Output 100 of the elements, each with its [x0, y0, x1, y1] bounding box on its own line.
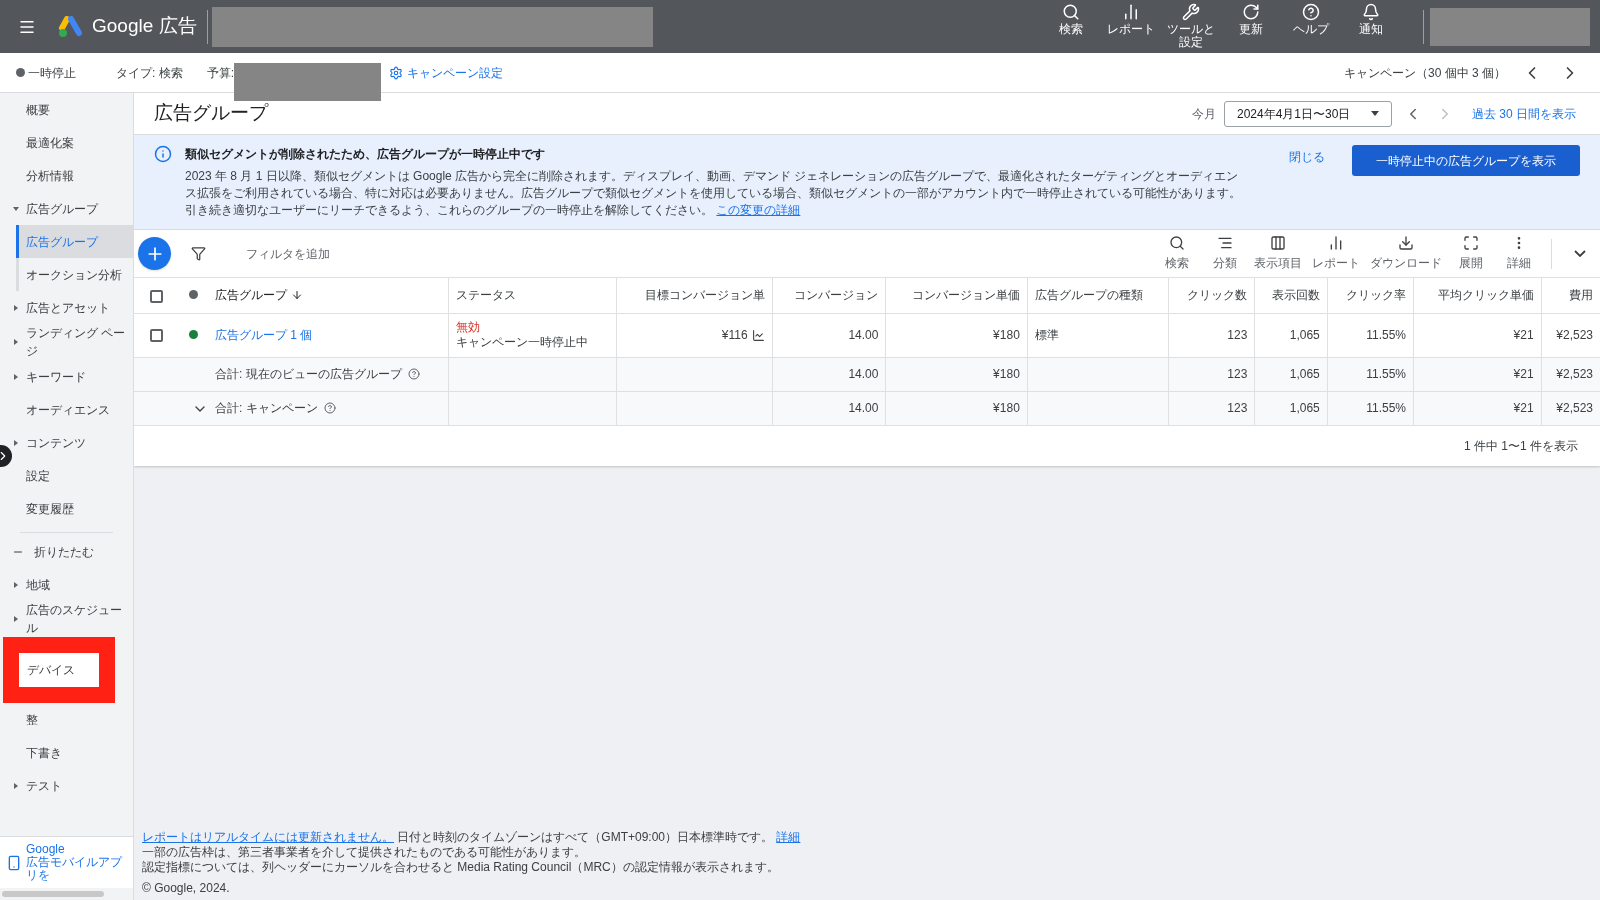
- sidebar-item[interactable]: 最適化案: [13, 126, 133, 159]
- pause-icon: [16, 68, 25, 77]
- campaign-counter: キャンペーン（30 個中 3 個）: [1343, 64, 1506, 82]
- close-link[interactable]: 閉じる: [1289, 148, 1325, 166]
- column-header[interactable]: 表示回数: [1271, 286, 1320, 305]
- column-header[interactable]: コンバージョン単価: [911, 286, 1020, 305]
- sidebar-item[interactable]: 広告のスケジュール: [13, 601, 133, 637]
- app-promo[interactable]: Google 広告モバイルアプリを: [0, 836, 133, 888]
- refresh-button[interactable]: 更新: [1222, 0, 1280, 53]
- promo-text: 広告モバイルアプリを: [26, 856, 124, 882]
- report-tool-button[interactable]: レポート: [1307, 235, 1365, 272]
- column-header[interactable]: 広告グループ: [215, 286, 303, 305]
- status-label: 一時停止: [28, 64, 76, 82]
- show-paused-button[interactable]: 一時停止中の広告グループを表示: [1352, 145, 1580, 176]
- sidebar-item[interactable]: 広告グループ: [13, 192, 133, 225]
- table-cell: ¥2,523: [1556, 328, 1593, 342]
- table-cell: 14.00: [848, 328, 879, 342]
- table-cell: 123: [1227, 328, 1248, 342]
- help-icon[interactable]: [407, 368, 420, 380]
- table-cell: 123: [1227, 401, 1248, 415]
- expand-tool-button[interactable]: 展開: [1447, 235, 1495, 272]
- realtime-link[interactable]: レポートはリアルタイムには更新されません。: [142, 830, 394, 844]
- columns-tool-button[interactable]: 表示項目: [1249, 235, 1307, 272]
- report-button[interactable]: レポート: [1102, 0, 1160, 53]
- tools-button[interactable]: ツールと設定: [1162, 0, 1220, 53]
- search-tool-button[interactable]: 検索: [1153, 235, 1201, 272]
- sidebar-item[interactable]: デバイス: [19, 653, 99, 687]
- table-cell: ¥21: [1513, 328, 1534, 342]
- sidebar-item[interactable]: 広告とアセット: [13, 291, 133, 324]
- last-30-days-link[interactable]: 過去 30 日間を表示: [1472, 104, 1576, 123]
- bar-chart-icon: [1328, 235, 1344, 251]
- chevron-down-icon: [1574, 250, 1586, 257]
- sidebar-item[interactable]: 設定: [13, 459, 133, 492]
- column-header[interactable]: 費用: [1569, 286, 1593, 305]
- column-header[interactable]: 平均クリック単価: [1437, 286, 1534, 305]
- sidebar-item[interactable]: 下書き: [13, 736, 133, 769]
- filter-field[interactable]: フィルタを追加: [246, 244, 546, 263]
- details-link[interactable]: 詳細: [776, 830, 801, 844]
- expand-icon: [1463, 235, 1479, 251]
- logo-icon: [58, 15, 84, 38]
- wrench-icon: [1182, 3, 1200, 21]
- total-label: 合計: キャンペーン: [215, 400, 318, 417]
- more-tool-button[interactable]: 詳細: [1495, 235, 1543, 272]
- select-all-checkbox[interactable]: [149, 289, 163, 303]
- help-icon[interactable]: [323, 402, 336, 414]
- phone-icon: [6, 854, 22, 871]
- columns-icon: [1270, 235, 1286, 251]
- column-header[interactable]: コンバージョン: [794, 286, 879, 305]
- search-icon: [1169, 235, 1185, 251]
- sidebar-item[interactable]: 変更履歴: [13, 492, 133, 525]
- caret-icon: [13, 439, 19, 446]
- bell-button[interactable]: 通知: [1342, 0, 1400, 53]
- row-checkbox[interactable]: [149, 329, 163, 343]
- column-header[interactable]: クリック数: [1187, 286, 1248, 305]
- search-button[interactable]: 検索: [1042, 0, 1100, 53]
- campaign-settings-link[interactable]: キャンペーン設定: [389, 63, 503, 82]
- sidebar-item[interactable]: 概要: [13, 93, 133, 126]
- ad-group-link[interactable]: 広告グループ 1 個: [215, 328, 313, 342]
- lines-icon: [1217, 235, 1233, 251]
- dropdown-icon: [1371, 111, 1379, 116]
- notice-text: 2023 年 8 月 1 日以降、類似セグメントは Google 広告から完全に削除されます。ディスプレイ、動画、デマンド ジェネレーションの広告グループで、最適化されたターゲティングとオーディエンス拡張をご利用されている場合、特に対応は必要ありません。広告グループで類似セグメントを使用している場合、類似セグメントの一部がアカウント内で一時停止されている可能性があります。引き続き適切なユーザーにリーチできるよう、これらのグループの一時停止を解除してください。 この変更の詳細: [185, 168, 1242, 219]
- sidebar-item[interactable]: 整: [13, 703, 133, 736]
- sidebar-item[interactable]: 分析情報: [13, 159, 133, 192]
- add-button[interactable]: [138, 237, 171, 270]
- collapse-toolbar-button[interactable]: [1574, 250, 1586, 257]
- copyright: © Google, 2024.: [142, 881, 231, 896]
- filter-icon: [191, 246, 206, 261]
- download-icon: [1398, 235, 1414, 251]
- date-range-dropdown[interactable]: 2024年4月1日〜30日: [1224, 100, 1392, 127]
- sidebar-item[interactable]: ランディング ページ: [13, 324, 133, 360]
- column-header[interactable]: クリック率: [1346, 286, 1406, 305]
- type-label: タイプ: 検索: [116, 64, 183, 82]
- segment-tool-button[interactable]: 分類: [1201, 235, 1249, 272]
- table-cell-text: ¥116: [721, 327, 748, 344]
- promo-title: Google: [26, 843, 66, 856]
- footer-text: レポートはリアルタイムには更新されません。 日付と時刻のタイムゾーンはすべて（GMT+09:00）日本標準時です。 詳細: [142, 830, 802, 845]
- filter-button[interactable]: [191, 246, 206, 261]
- sidebar-item[interactable]: キーワード: [13, 360, 133, 393]
- column-header[interactable]: 広告グループの種類: [1034, 286, 1143, 305]
- details-link[interactable]: この変更の詳細: [716, 203, 801, 217]
- table-cell: 11.55%: [1366, 328, 1406, 342]
- footer-text: 一部の広告枠は、第三者事業者を介して提供されたものである可能性があります。: [142, 845, 587, 860]
- table-cell: 14.00: [848, 367, 879, 381]
- info-icon: [154, 145, 172, 163]
- download-tool-button[interactable]: ダウンロード: [1365, 235, 1447, 272]
- column-header[interactable]: ステータス: [455, 286, 516, 305]
- search-icon: [1062, 3, 1080, 21]
- sidebar-item[interactable]: コンテンツ: [13, 426, 133, 459]
- sidebar-item[interactable]: 地域: [13, 568, 133, 601]
- sidebar-item[interactable]: オーディエンス: [13, 393, 133, 426]
- caret-icon: [13, 373, 19, 380]
- column-header[interactable]: 目標コンバージョン単: [644, 286, 765, 305]
- table-cell: 標準: [1034, 328, 1059, 342]
- chart-icon[interactable]: [751, 328, 765, 342]
- sidebar-item[interactable]: テスト: [13, 769, 133, 802]
- help-button[interactable]: ヘルプ: [1282, 0, 1340, 53]
- status-detail: キャンペーン一時停止中: [455, 335, 589, 350]
- table-cell: ¥2,523: [1556, 367, 1593, 381]
- collapse-button[interactable]: 折りたたむ: [0, 540, 133, 564]
- caret-icon: [13, 339, 19, 345]
